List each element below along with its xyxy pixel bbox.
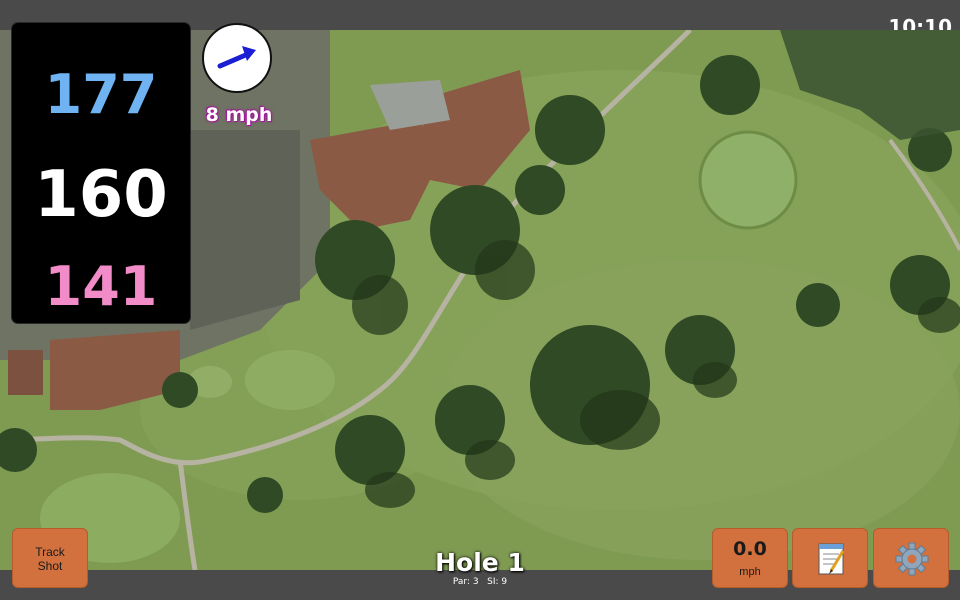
gear-icon bbox=[895, 542, 929, 576]
speed-unit: mph bbox=[739, 566, 761, 578]
notes-button[interactable] bbox=[792, 528, 868, 588]
notepad-icon bbox=[818, 543, 845, 575]
front-distance: 141 bbox=[44, 255, 158, 318]
wind-indicator bbox=[202, 23, 272, 93]
distance-panel: 177 160 141 bbox=[11, 22, 191, 324]
hole-title: Hole 1 bbox=[435, 548, 525, 577]
wind-speed-label: 8 mph bbox=[205, 104, 273, 126]
si-label: SI: 9 bbox=[487, 577, 508, 587]
track-shot-button[interactable]: Track Shot bbox=[12, 528, 88, 588]
settings-button[interactable] bbox=[873, 528, 949, 588]
par-label: Par: 3 bbox=[452, 577, 479, 587]
shot-speed-button[interactable]: 0.0 mph bbox=[712, 528, 788, 588]
hole-info: Par: 3 SI: 9 bbox=[380, 577, 580, 587]
back-distance: 177 bbox=[44, 63, 158, 126]
track-shot-label: Track Shot bbox=[35, 545, 65, 573]
wind-arrow-icon bbox=[217, 46, 256, 69]
middle-distance: 160 bbox=[34, 158, 168, 232]
speed-value: 0.0 bbox=[733, 538, 767, 560]
